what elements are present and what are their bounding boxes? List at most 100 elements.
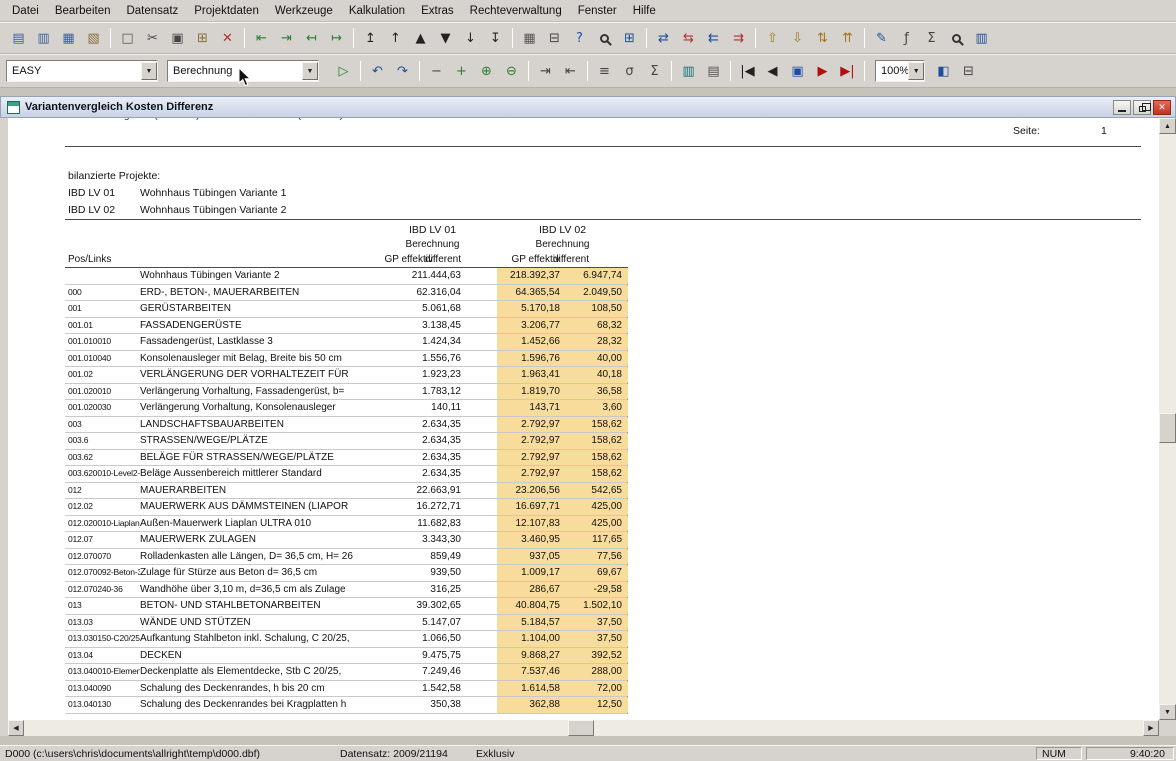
menu-item-kalkulation[interactable]: Kalkulation bbox=[341, 5, 413, 17]
row-description: MAUERARBEITEN bbox=[140, 483, 368, 499]
vertical-scrollbar[interactable]: ▲ ▼ bbox=[1159, 118, 1176, 720]
shift-up-button[interactable]: ⇧ bbox=[760, 27, 785, 50]
menu-item-fenster[interactable]: Fenster bbox=[570, 5, 625, 17]
delete-button[interactable]: ✕ bbox=[215, 27, 240, 50]
shift-down-button[interactable]: ⇩ bbox=[785, 27, 810, 50]
dropdown-arrow-icon[interactable]: ▼ bbox=[908, 62, 924, 80]
append-position-button[interactable]: ⊖ bbox=[499, 60, 524, 83]
undo-button[interactable]: ↶ bbox=[365, 60, 390, 83]
stats-button[interactable]: ▤ bbox=[701, 60, 726, 83]
open-report-icon: ▷ bbox=[339, 65, 349, 78]
copy-icon: ▣ bbox=[171, 32, 183, 45]
reorder-button[interactable]: ⇈ bbox=[835, 27, 860, 50]
database-button[interactable]: ▥ bbox=[969, 27, 994, 50]
move-down-button[interactable]: ↓ bbox=[458, 27, 483, 50]
subtotal-button[interactable]: σ bbox=[617, 60, 642, 83]
collapse-button[interactable]: ▲ bbox=[408, 27, 433, 50]
close-button[interactable]: ✕ bbox=[1153, 100, 1171, 115]
arrow-down-icon: ↓ bbox=[465, 32, 476, 45]
edit-position-button[interactable]: ✎ bbox=[869, 27, 894, 50]
print-page-button[interactable]: ⊟ bbox=[956, 60, 981, 83]
chart-button[interactable]: ▥ bbox=[676, 60, 701, 83]
menu-item-projektdaten[interactable]: Projektdaten bbox=[186, 5, 267, 17]
formula-button[interactable]: ƒ bbox=[894, 27, 919, 50]
report-print-button[interactable]: ▤ bbox=[6, 27, 31, 50]
copy-to-project-button[interactable]: ⇄ bbox=[651, 27, 676, 50]
row-description: BETON- UND STAHLBETONARBEITEN bbox=[140, 598, 368, 614]
page-number-label: Seite: bbox=[1013, 125, 1040, 137]
row-value-lv02-diff: 40,00 bbox=[560, 351, 628, 367]
report-preview-button[interactable]: ▥ bbox=[31, 27, 56, 50]
scroll-left-button[interactable]: ◀ bbox=[8, 720, 24, 736]
vertical-scrollbar-thumb[interactable] bbox=[1159, 413, 1176, 443]
list-button[interactable]: ≡ bbox=[592, 60, 617, 83]
indent-right-icon: ⇥ bbox=[540, 65, 551, 78]
demote-button[interactable]: ↦ bbox=[324, 27, 349, 50]
calculator-button[interactable]: ▦ bbox=[517, 27, 542, 50]
print-button[interactable]: ⊟ bbox=[542, 27, 567, 50]
horizontal-scrollbar[interactable]: ◀ ▶ bbox=[8, 720, 1159, 736]
redo-button[interactable]: ↷ bbox=[390, 60, 415, 83]
help-button[interactable]: ? bbox=[567, 27, 592, 50]
shift-right-button[interactable]: ⇥ bbox=[533, 60, 558, 83]
row-pos: 012.020010-Liaplan_Ultra bbox=[68, 516, 140, 532]
document-window: Variantenvergleich Kosten Differenz ✕ Va… bbox=[0, 96, 1176, 736]
shift-left-button[interactable]: ⇤ bbox=[558, 60, 583, 83]
scroll-right-button[interactable]: ▶ bbox=[1143, 720, 1159, 736]
menu-item-datei[interactable]: Datei bbox=[4, 5, 47, 17]
table-view-button[interactable]: ⊞ bbox=[617, 27, 642, 50]
restore-button[interactable] bbox=[1133, 100, 1151, 115]
row-value-lv02-gp: 7.537,46 bbox=[497, 664, 560, 680]
row-pos: 013.040090 bbox=[68, 681, 140, 697]
new-position-button[interactable]: □ bbox=[115, 27, 140, 50]
menu-item-datensatz[interactable]: Datensatz bbox=[118, 5, 186, 17]
menu-item-extras[interactable]: Extras bbox=[413, 5, 462, 17]
window-button[interactable]: ◧ bbox=[931, 60, 956, 83]
promote-button[interactable]: ↤ bbox=[299, 27, 324, 50]
scroll-down-button[interactable]: ▼ bbox=[1159, 704, 1176, 720]
swap-button[interactable]: ⇅ bbox=[810, 27, 835, 50]
sum-button[interactable]: Σ bbox=[642, 60, 667, 83]
cut-button[interactable]: ✂ bbox=[140, 27, 165, 50]
menu-item-bearbeiten[interactable]: Bearbeiten bbox=[47, 5, 119, 17]
move-up-button[interactable]: ↑ bbox=[383, 27, 408, 50]
jump-bottom-button[interactable]: ↧ bbox=[483, 27, 508, 50]
last-record-button[interactable]: ▶| bbox=[835, 60, 860, 83]
next-record-button[interactable]: ▶ bbox=[810, 60, 835, 83]
zoom-combo[interactable]: 100%▼ bbox=[875, 60, 925, 82]
report-layout-button[interactable]: ▦ bbox=[56, 27, 81, 50]
zoom-document-button[interactable] bbox=[944, 27, 969, 50]
expand-button[interactable]: ▼ bbox=[433, 27, 458, 50]
menu-item-werkzeuge[interactable]: Werkzeuge bbox=[267, 5, 341, 17]
indent-button[interactable]: ⇥ bbox=[274, 27, 299, 50]
document-titlebar[interactable]: Variantenvergleich Kosten Differenz ✕ bbox=[0, 96, 1176, 118]
import-button[interactable]: ⇇ bbox=[701, 27, 726, 50]
export-button[interactable]: ⇉ bbox=[726, 27, 751, 50]
outdent-button[interactable]: ⇤ bbox=[249, 27, 274, 50]
remove-position-button[interactable]: − bbox=[424, 60, 449, 83]
menu-item-rechteverwaltung[interactable]: Rechteverwaltung bbox=[462, 5, 570, 17]
add-position-button[interactable]: + bbox=[449, 60, 474, 83]
undo-icon: ↶ bbox=[372, 65, 383, 78]
insert-position-button[interactable]: ⊕ bbox=[474, 60, 499, 83]
copy-button[interactable]: ▣ bbox=[165, 27, 190, 50]
first-record-button[interactable]: |◀ bbox=[735, 60, 760, 83]
load-report-button[interactable]: ▷ bbox=[331, 60, 356, 83]
report-catalog-button[interactable]: ▧ bbox=[81, 27, 106, 50]
scroll-up-button[interactable]: ▲ bbox=[1159, 118, 1176, 134]
view-combo[interactable]: Berechnung▼ bbox=[167, 60, 319, 82]
dropdown-arrow-icon[interactable]: ▼ bbox=[141, 62, 157, 80]
jump-top-button[interactable]: ↥ bbox=[358, 27, 383, 50]
horizontal-scrollbar-thumb[interactable] bbox=[568, 720, 594, 736]
copy-record-button[interactable]: ▣ bbox=[785, 60, 810, 83]
recalculate-button[interactable]: Σ bbox=[919, 27, 944, 50]
profile-combo[interactable]: EASY▼ bbox=[6, 60, 158, 82]
paste-button[interactable]: ⊞ bbox=[190, 27, 215, 50]
menu-item-hilfe[interactable]: Hilfe bbox=[625, 5, 664, 17]
minimize-button[interactable] bbox=[1113, 100, 1131, 115]
move-to-project-button[interactable]: ⇆ bbox=[676, 27, 701, 50]
search-button[interactable] bbox=[592, 27, 617, 50]
table-row: 013.040010-ElementdeckDeckenplatte als E… bbox=[65, 664, 627, 681]
previous-record-button[interactable]: ◀ bbox=[760, 60, 785, 83]
dropdown-arrow-icon[interactable]: ▼ bbox=[302, 62, 318, 80]
